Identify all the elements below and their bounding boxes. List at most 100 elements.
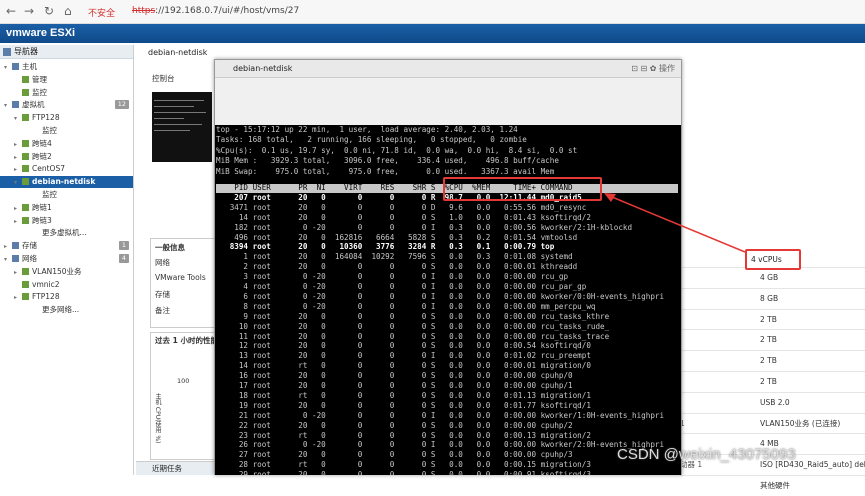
vmware-logo: vmware ESXi bbox=[6, 27, 76, 39]
nav-item-label: VLAN150业务 bbox=[32, 266, 82, 276]
twisty-icon[interactable]: ▸ bbox=[14, 216, 22, 228]
hardware-value: 2 TB bbox=[760, 356, 777, 366]
console-thumbnail[interactable] bbox=[152, 92, 212, 162]
url-protocol: https bbox=[132, 6, 156, 16]
process-row: 9 root 20 0 0 0 0 S 0.0 0.0 0:00.00 rcu_… bbox=[216, 311, 610, 321]
twisty-icon[interactable]: ▸ bbox=[14, 139, 22, 151]
nav-item-label: 监控 bbox=[42, 126, 57, 135]
process-row: 29 root 20 0 0 0 0 S 0.0 0.0 0:00.91 kso… bbox=[216, 470, 591, 475]
twisty-icon[interactable]: ▸ bbox=[14, 292, 22, 304]
app-header: vmware ESXi bbox=[0, 24, 865, 43]
nav-item-8[interactable]: ▸ CentOS7 bbox=[0, 163, 133, 175]
nav-item-15[interactable]: ▾ 网络 4 bbox=[0, 253, 133, 265]
nav-item-6[interactable]: ▸ 跨链4 bbox=[0, 138, 133, 150]
nav-item-19[interactable]: 更多网络... bbox=[0, 304, 133, 316]
nav-item-2[interactable]: 监控 bbox=[0, 87, 133, 99]
tab-debian-netdisk[interactable]: debian-netdisk bbox=[148, 48, 207, 57]
hardware-value: VLAN150业务 (已连接) bbox=[760, 418, 841, 428]
hardware-value: 8 GB bbox=[760, 293, 779, 303]
general-row-notes[interactable]: 备注 bbox=[155, 305, 170, 316]
nav-item-3[interactable]: ▾ 虚拟机 12 bbox=[0, 99, 133, 111]
back-icon[interactable]: ← bbox=[6, 4, 16, 18]
tree-node-icon bbox=[22, 216, 29, 224]
process-row: 4 root 0 -20 0 0 0 I 0.0 0.0 0:00.00 rcu… bbox=[216, 282, 587, 291]
nav-item-10[interactable]: 监控 bbox=[0, 189, 133, 201]
process-row: 23 root rt 0 0 0 0 S 0.0 0.0 0:00.13 mig… bbox=[216, 430, 591, 440]
console-actions-menu[interactable]: ⊡ ⊟ ✿ 操作 bbox=[631, 60, 675, 78]
nav-item-label: 更多网络... bbox=[42, 305, 80, 315]
nav-item-16[interactable]: ▸ VLAN150业务 bbox=[0, 266, 133, 278]
console-titlebar[interactable]: debian-netdisk ⊡ ⊟ ✿ 操作 bbox=[215, 60, 681, 78]
nav-item-7[interactable]: ▸ 跨链2 bbox=[0, 151, 133, 163]
browser-toolbar: ← → ↻ ⌂ 不安全 https://192.168.0.7/ui/#/hos… bbox=[0, 0, 865, 24]
url-path: ://192.168.0.7/ui/#/host/vms/27 bbox=[155, 6, 300, 16]
nav-item-13[interactable]: 更多虚拟机... bbox=[0, 227, 133, 239]
hardware-row: 2 TB bbox=[680, 308, 865, 329]
nav-item-17[interactable]: vmnic2 bbox=[0, 279, 133, 291]
twisty-icon[interactable]: ▸ bbox=[14, 164, 22, 176]
hardware-row: 其他硬件 bbox=[680, 475, 865, 495]
tree-node-icon bbox=[22, 203, 29, 211]
nav-item-label: CentOS7 bbox=[32, 164, 65, 174]
nav-item-9[interactable]: ▾ debian-netdisk bbox=[0, 176, 133, 189]
twisty-icon[interactable]: ▾ bbox=[4, 62, 12, 74]
process-row: 3471 root 20 0 0 0 0 D 9.6 0.0 0:55.56 m… bbox=[216, 202, 587, 212]
forward-icon[interactable]: → bbox=[24, 4, 34, 18]
process-row: 11 root 20 0 0 0 0 S 0.0 0.0 0:00.00 rcu… bbox=[216, 331, 610, 341]
tree-node-icon bbox=[22, 293, 29, 301]
tree-node-icon bbox=[12, 63, 19, 70]
nav-item-label: debian-netdisk bbox=[32, 177, 96, 187]
reload-icon[interactable]: ↻ bbox=[44, 4, 54, 18]
general-row-vmware-tools[interactable]: VMware Tools bbox=[155, 273, 206, 282]
console-button[interactable]: 控制台 bbox=[152, 73, 175, 84]
tree-node-icon bbox=[12, 255, 19, 262]
process-row: 14 root rt 0 0 0 0 S 0.0 0.0 0:00.01 mig… bbox=[216, 361, 591, 371]
process-row: 8 root 0 -20 0 0 0 I 0.0 0.0 0:00.00 mm_… bbox=[216, 301, 596, 311]
nav-item-14[interactable]: ▸ 存储 1 bbox=[0, 240, 133, 252]
perf-ylabel: 主机 CPU(使用 %) bbox=[154, 393, 161, 444]
process-row: 182 root 0 -20 0 0 0 I 0.3 0.0 0:00.56 k… bbox=[216, 222, 633, 232]
top-summary-line: %Cpu(s): 0.1 us, 19.7 sy, 0.0 ni, 71.8 i… bbox=[216, 145, 578, 155]
twisty-icon[interactable]: ▸ bbox=[14, 267, 22, 279]
twisty-icon[interactable]: ▸ bbox=[4, 241, 12, 253]
twisty-icon[interactable]: ▾ bbox=[4, 100, 12, 112]
nav-item-11[interactable]: ▸ 跨链1 bbox=[0, 202, 133, 214]
process-row: 3 root 0 -20 0 0 0 I 0.0 0.0 0:00.00 rcu… bbox=[216, 272, 569, 282]
twisty-icon[interactable]: ▾ bbox=[14, 177, 22, 189]
nav-item-18[interactable]: ▸ FTP128 bbox=[0, 291, 133, 303]
twisty-icon[interactable]: ▸ bbox=[14, 203, 22, 215]
twisty-icon[interactable]: ▸ bbox=[14, 152, 22, 164]
console-window[interactable]: debian-netdisk ⊡ ⊟ ✿ 操作 top - 15:17:12 u… bbox=[214, 59, 682, 475]
nav-item-label: FTP128 bbox=[32, 292, 60, 302]
general-info-title: 一般信息 bbox=[155, 243, 185, 252]
hardware-row: 4 GB bbox=[680, 267, 865, 287]
nav-item-label: 监控 bbox=[42, 190, 57, 199]
vcpu-value-highlight: 4 vCPUs bbox=[745, 249, 801, 270]
top-summary-line: top - 15:17:12 up 22 min, 1 user, load a… bbox=[216, 125, 518, 134]
hardware-row: 2 TB bbox=[680, 350, 865, 370]
process-row: 26 root 0 -20 0 0 0 I 0.0 0.0 0:00.00 kw… bbox=[216, 440, 665, 450]
home-icon[interactable]: ⌂ bbox=[64, 4, 72, 18]
nav-item-label: 主机 bbox=[22, 62, 37, 71]
recent-tasks-bar[interactable]: 近期任务 bbox=[136, 461, 216, 475]
hardware-value: USB 2.0 bbox=[760, 397, 790, 407]
address-bar[interactable]: https://192.168.0.7/ui/#/host/vms/27 bbox=[132, 6, 299, 16]
general-row-storage[interactable]: 存储 bbox=[155, 289, 170, 300]
nav-item-5[interactable]: 监控 bbox=[0, 125, 133, 137]
nav-item-4[interactable]: ▾ FTP128 bbox=[0, 112, 133, 124]
twisty-icon[interactable]: ▾ bbox=[4, 254, 12, 266]
twisty-icon[interactable]: ▾ bbox=[14, 113, 22, 125]
general-row-network[interactable]: 网络 bbox=[155, 257, 170, 268]
count-badge: 12 bbox=[114, 100, 129, 110]
nav-item-label: 跨链2 bbox=[32, 151, 52, 161]
process-row: 496 root 20 0 162816 6664 5828 S 0.3 0.2… bbox=[216, 232, 578, 242]
process-row: 6 root 0 -20 0 0 0 I 0.0 0.0 0:00.00 kwo… bbox=[216, 291, 665, 301]
nav-item-1[interactable]: 管理 bbox=[0, 74, 133, 86]
nav-item-0[interactable]: ▾ 主机 bbox=[0, 61, 133, 73]
insecure-warning[interactable]: 不安全 bbox=[88, 6, 115, 19]
hardware-row: 2 TB bbox=[680, 329, 865, 349]
nav-item-12[interactable]: ▸ 跨链3 bbox=[0, 215, 133, 227]
